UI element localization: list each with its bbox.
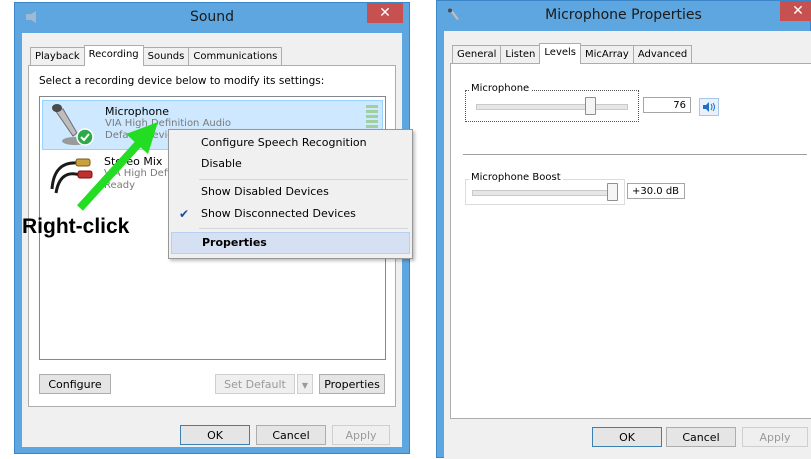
- microphone-level-value[interactable]: 76: [643, 97, 691, 113]
- boost-slider-track: [472, 190, 614, 196]
- tab-levels[interactable]: Levels: [539, 43, 582, 64]
- boost-slider-thumb[interactable]: [607, 183, 618, 201]
- menu-item-label: Properties: [202, 236, 267, 249]
- device-status: Ready: [104, 180, 136, 191]
- device-name: Stereo Mix: [104, 155, 163, 168]
- tab-advanced[interactable]: Advanced: [632, 45, 693, 64]
- tab-recording[interactable]: Recording: [83, 45, 144, 66]
- mic-cancel-button[interactable]: Cancel: [666, 427, 736, 447]
- set-default-dropdown[interactable]: ▼: [297, 374, 313, 394]
- menu-item-properties[interactable]: Properties: [171, 232, 410, 254]
- sound-title-bar[interactable]: Sound ✕: [15, 3, 409, 33]
- mic-body: General Listen Levels MicArray Advanced …: [444, 31, 811, 459]
- microphone-label: Microphone: [469, 83, 532, 94]
- context-menu: Configure Speech Recognition Disable Sho…: [168, 129, 413, 259]
- sound-apply-button[interactable]: Apply: [332, 425, 390, 445]
- menu-item-label: Show Disconnected Devices: [201, 207, 356, 220]
- stereo-cable-icon: [50, 158, 93, 194]
- microphone-slider-track: [476, 104, 628, 110]
- tab-listen[interactable]: Listen: [500, 45, 541, 64]
- tab-general[interactable]: General: [452, 45, 502, 64]
- microphone-slider-thumb[interactable]: [585, 97, 596, 115]
- boost-label: Microphone Boost: [469, 172, 563, 183]
- sound-close-button[interactable]: ✕: [367, 3, 403, 23]
- divider: [463, 154, 807, 155]
- mic-title: Microphone Properties: [545, 7, 702, 23]
- mic-apply-button[interactable]: Apply: [742, 427, 808, 447]
- instruction-text: Select a recording device below to modif…: [39, 75, 325, 87]
- tab-playback[interactable]: Playback: [30, 47, 85, 66]
- microphone-level-group: [465, 90, 639, 122]
- microphone-icon: [51, 104, 94, 146]
- tab-sounds[interactable]: Sounds: [142, 47, 190, 66]
- properties-button[interactable]: Properties: [319, 374, 385, 394]
- set-default-button[interactable]: Set Default: [215, 374, 295, 394]
- annotation-text: Right-click: [22, 215, 130, 238]
- menu-separator: [199, 228, 408, 229]
- mic-title-bar[interactable]: Microphone Properties ✕: [437, 1, 811, 31]
- boost-value-text: +30.0 dB: [632, 186, 680, 197]
- mic-ok-button[interactable]: OK: [592, 427, 662, 447]
- sound-cancel-button[interactable]: Cancel: [256, 425, 326, 445]
- menu-item-disable[interactable]: Disable: [171, 154, 410, 174]
- menu-separator: [199, 179, 408, 180]
- speaker-icon: [703, 102, 715, 112]
- tab-communications[interactable]: Communications: [188, 47, 283, 66]
- mic-close-button[interactable]: ✕: [780, 1, 811, 21]
- mute-button[interactable]: [699, 98, 719, 116]
- menu-item-configure-speech[interactable]: Configure Speech Recognition: [171, 133, 410, 153]
- menu-item-show-disabled[interactable]: Show Disabled Devices: [171, 182, 410, 202]
- tab-micarray[interactable]: MicArray: [580, 45, 634, 64]
- checkmark-icon: ✔: [179, 207, 190, 221]
- microphone-level-text: 76: [673, 100, 686, 111]
- levels-panel: Microphone 76 Microphone Boost +30.0 dB: [450, 63, 811, 419]
- menu-item-show-disconnected[interactable]: ✔ Show Disconnected Devices: [171, 204, 410, 224]
- configure-button[interactable]: Configure: [39, 374, 111, 394]
- device-driver: VIA High Definition Audio: [105, 118, 231, 129]
- sound-ok-button[interactable]: OK: [180, 425, 250, 445]
- sound-title: Sound: [189, 9, 235, 25]
- mic-properties-window: Microphone Properties ✕ General Listen L…: [436, 0, 811, 459]
- chevron-down-icon: ▼: [301, 381, 309, 390]
- device-name: Microphone: [105, 105, 170, 118]
- boost-value: +30.0 dB: [627, 183, 685, 199]
